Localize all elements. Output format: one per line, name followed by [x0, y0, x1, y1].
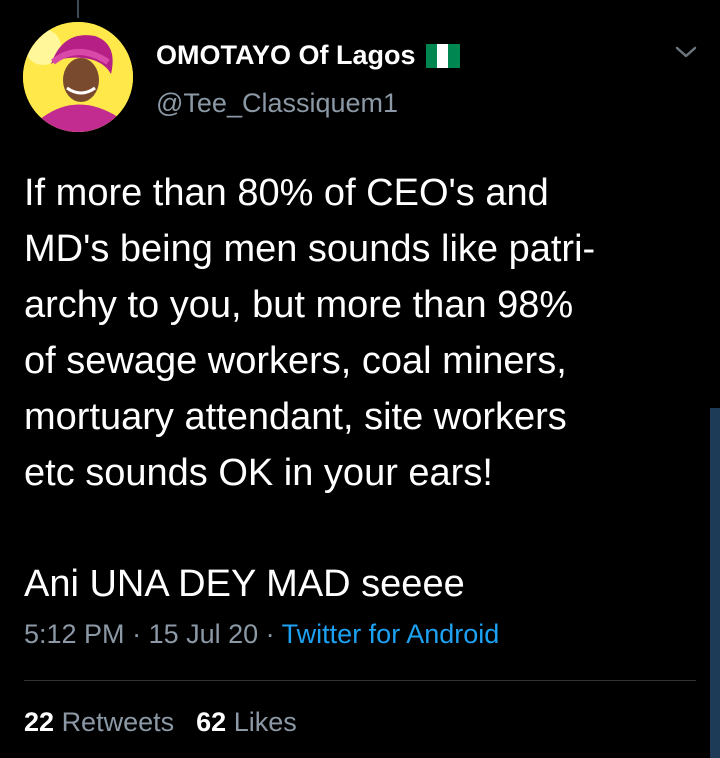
- thread-connector-line: [77, 0, 79, 18]
- avatar-image: [23, 22, 133, 132]
- meta-separator: ·: [124, 619, 149, 649]
- retweets-count: 22: [24, 707, 55, 737]
- tweet-stats: 22 Retweets 62 Likes: [24, 707, 297, 738]
- tweet-time[interactable]: 5:12 PM: [24, 619, 125, 649]
- scrollbar[interactable]: [710, 408, 720, 758]
- avatar[interactable]: [23, 22, 133, 132]
- likes-label: Likes: [233, 707, 297, 737]
- meta-separator: ·: [258, 619, 282, 649]
- likes-count: 62: [196, 707, 227, 737]
- author-handle[interactable]: @Tee_Classiquem1: [156, 88, 398, 119]
- retweets-label: Retweets: [61, 707, 175, 737]
- tweet-date[interactable]: 15 Jul 20: [149, 619, 259, 649]
- tweet-body: If more than 80% of CEO's and MD's being…: [24, 172, 596, 494]
- author-display-name[interactable]: OMOTAYO Of Lagos: [156, 40, 416, 71]
- author-display-name-row[interactable]: OMOTAYO Of Lagos: [156, 40, 460, 71]
- tweet-body-second-paragraph: Ani UNA DEY MAD seeee: [24, 563, 465, 605]
- tweet-metadata: 5:12 PM · 15 Jul 20 · Twitter for Androi…: [24, 619, 499, 650]
- likes-stat[interactable]: 62 Likes: [196, 707, 297, 737]
- divider: [24, 680, 696, 681]
- chevron-down-icon[interactable]: [674, 43, 698, 61]
- retweets-stat[interactable]: 22 Retweets: [24, 707, 174, 737]
- nigeria-flag-icon: [425, 43, 460, 68]
- tweet-source-link[interactable]: Twitter for Android: [282, 619, 500, 649]
